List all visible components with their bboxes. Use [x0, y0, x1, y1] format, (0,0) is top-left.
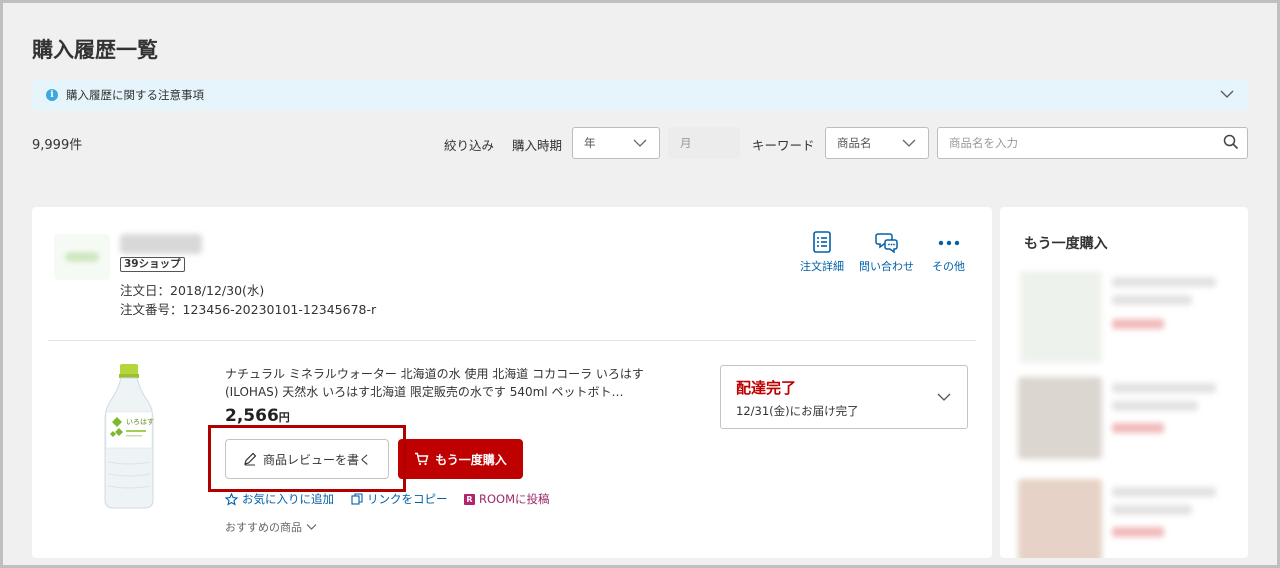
product-name[interactable]: ナチュラル ミネラルウォーター 北海道の水 使用 北海道 コカコーラ いろはす(…	[225, 365, 673, 401]
buy-again-button[interactable]: もう一度購入	[398, 439, 523, 479]
page-title: 購入履歴一覧	[32, 38, 158, 62]
copy-icon	[351, 493, 363, 505]
keyword-type-select[interactable]: 商品名	[825, 127, 929, 159]
sidebar-item-name	[1112, 295, 1192, 305]
month-select-value: 月	[680, 136, 692, 150]
room-post-label: ROOMに投稿	[479, 492, 550, 506]
copy-link[interactable]: リンクをコピー	[351, 491, 448, 507]
notice-text: 購入履歴に関する注意事項	[66, 88, 204, 102]
product-image[interactable]: いろはす	[102, 362, 156, 510]
recommended-label: おすすめの商品	[225, 521, 302, 534]
sidebar-item-image[interactable]	[1020, 271, 1102, 363]
sidebar-item-name[interactable]	[1112, 383, 1216, 393]
room-post-link[interactable]: R ROOMに投稿	[464, 491, 550, 507]
sidebar-item-name[interactable]	[1112, 277, 1216, 287]
sidebar-item-price	[1112, 527, 1164, 537]
keyword-type-value: 商品名	[837, 136, 872, 150]
divider	[48, 340, 976, 341]
copy-link-label: リンクをコピー	[367, 492, 448, 506]
result-count: 9,999件	[32, 138, 83, 153]
period-label: 購入時期	[512, 138, 563, 153]
month-select: 月	[668, 127, 740, 159]
order-detail-action[interactable]: 注文詳細	[800, 231, 844, 274]
price-value: 2,566	[225, 406, 279, 426]
shop-logo[interactable]	[54, 234, 110, 280]
year-select[interactable]: 年	[572, 127, 660, 159]
star-icon	[225, 492, 238, 506]
order-date: 注文日：2018/12/30(水)	[120, 283, 265, 298]
delivery-status[interactable]: 配達完了 12/31(金)にお届け完了	[720, 365, 968, 429]
add-favorite-link[interactable]: お気に入りに追加	[225, 491, 334, 507]
order-detail-label: 注文詳細	[800, 260, 844, 273]
sidebar-item-price	[1112, 423, 1164, 433]
write-review-label: 商品レビューを書く	[262, 452, 371, 467]
document-icon	[813, 231, 831, 253]
add-favorite-label: お気に入りに追加	[242, 492, 334, 506]
product-price: 2,566円	[225, 406, 290, 426]
notice-bar[interactable]: i 購入履歴に関する注意事項	[32, 80, 1248, 110]
price-unit: 円	[278, 411, 290, 424]
status-title: 配達完了	[736, 379, 797, 397]
sidebar-item-price	[1112, 319, 1164, 329]
buy-again-sidebar: もう一度購入	[1000, 207, 1248, 558]
write-review-button[interactable]: 商品レビューを書く	[225, 439, 389, 479]
filter-label: 絞り込み	[444, 138, 495, 153]
cart-icon	[415, 452, 429, 466]
recommended-toggle[interactable]: おすすめの商品	[225, 519, 317, 535]
shop-badge: 39ショップ	[120, 257, 185, 272]
room-icon: R	[464, 493, 475, 505]
product-label-text: いろはす	[126, 418, 154, 426]
more-action[interactable]: その他	[932, 231, 965, 274]
chevron-down-icon	[633, 139, 647, 147]
sidebar-item-name	[1112, 401, 1198, 411]
chevron-down-icon	[1220, 90, 1234, 98]
order-card: 39ショップ 注文日：2018/12/30(水) 注文番号：123456-202…	[32, 207, 992, 558]
year-select-value: 年	[584, 136, 596, 150]
sidebar-item-name	[1112, 505, 1192, 515]
keyword-label: キーワード	[752, 138, 815, 153]
more-icon	[938, 240, 959, 246]
chevron-down-icon	[937, 393, 951, 401]
chat-icon	[874, 233, 898, 253]
sidebar-title: もう一度購入	[1024, 236, 1108, 252]
search-input[interactable]	[937, 127, 1248, 159]
sidebar-item-image[interactable]	[1018, 479, 1102, 558]
shop-name-blurred[interactable]	[120, 234, 202, 254]
sidebar-item-name[interactable]	[1112, 487, 1216, 497]
sidebar-item-image[interactable]	[1018, 377, 1102, 459]
status-detail: 12/31(金)にお届け完了	[736, 404, 859, 418]
search-icon[interactable]	[1223, 134, 1239, 150]
more-label: その他	[932, 260, 965, 273]
info-icon: i	[46, 89, 58, 101]
pencil-icon	[244, 452, 257, 466]
inquiry-label: 問い合わせ	[859, 260, 914, 273]
order-number: 注文番号：123456-20230101-12345678-r	[120, 302, 377, 317]
chevron-down-icon	[902, 139, 916, 147]
chevron-down-icon	[306, 524, 317, 530]
inquiry-action[interactable]: 問い合わせ	[859, 231, 914, 274]
buy-again-label: もう一度購入	[435, 452, 507, 467]
